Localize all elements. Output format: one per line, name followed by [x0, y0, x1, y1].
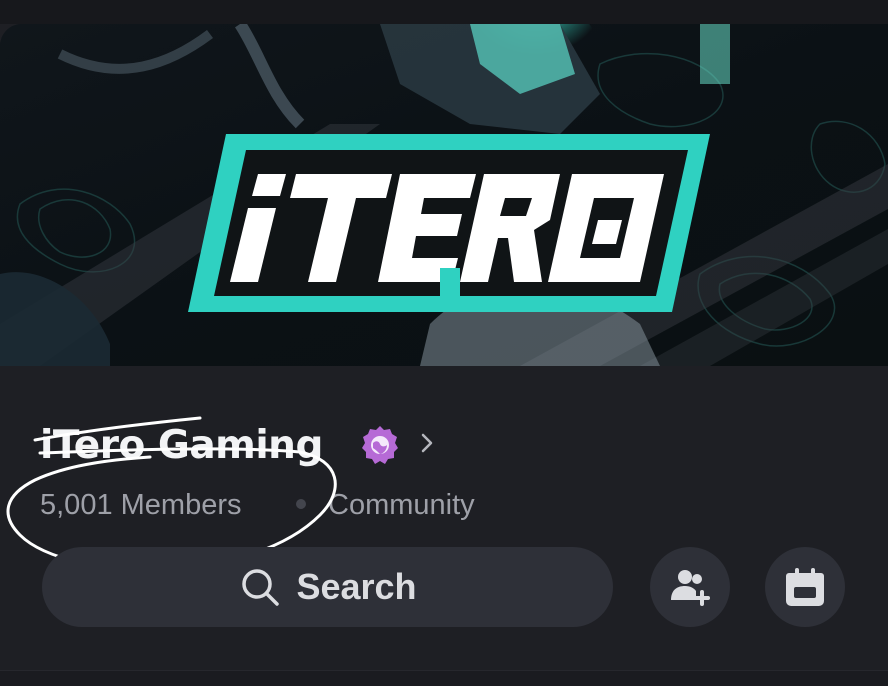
separator-dot — [296, 499, 306, 509]
invite-button[interactable] — [650, 547, 730, 627]
search-label: Search — [296, 566, 417, 607]
events-button[interactable] — [765, 547, 845, 627]
server-name[interactable]: iTero Gaming — [40, 418, 323, 474]
search-button[interactable]: Search — [42, 547, 613, 627]
member-count: 5,001 Members — [40, 489, 242, 521]
server-profile-screen: iTero Gaming 5,001 Members Community Sea… — [0, 0, 888, 686]
server-type: Community — [328, 489, 475, 521]
search-icon — [242, 569, 280, 606]
community-globe-badge-icon — [362, 426, 398, 464]
server-banner — [0, 24, 888, 366]
chevron-right-icon[interactable] — [417, 431, 437, 455]
server-banner-image — [0, 24, 888, 366]
status-strip — [0, 0, 888, 24]
calendar-icon — [786, 568, 824, 606]
add-user-icon — [671, 570, 710, 606]
bottom-divider — [0, 670, 888, 686]
